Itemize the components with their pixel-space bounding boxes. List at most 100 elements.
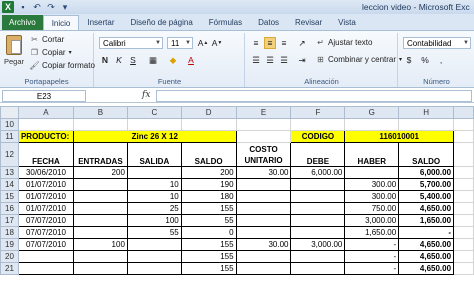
cell-saldo-2[interactable]: 4,650.00 [398,238,455,251]
grow-font-icon[interactable]: A ▲ [197,37,209,49]
row-header[interactable]: 16 [0,202,19,215]
orientation-icon[interactable]: ↗ [296,37,308,49]
worksheet-grid[interactable]: A B C D E F G H 10 11 PRODUCTO: Zinc 26 … [0,106,474,302]
tab-insertar[interactable]: Insertar [79,15,122,30]
fx-icon[interactable]: fx [142,90,150,100]
cell[interactable] [344,118,400,131]
header-saldo-2[interactable]: SALDO [398,142,455,167]
cell-debe[interactable] [290,262,346,275]
cut-button[interactable]: ✂ Cortar [30,35,64,44]
column-header[interactable]: H [398,106,455,119]
cell[interactable] [126,118,182,131]
comma-style-icon[interactable]: , [435,54,447,66]
italic-button[interactable]: K [113,54,125,66]
cell-fecha[interactable]: 07/07/2010 [17,214,74,227]
cell-entradas[interactable] [72,202,128,215]
align-top-icon[interactable]: ≡ [250,37,262,49]
cell-costo[interactable]: 30.00 [235,238,292,251]
header-costo-unitario[interactable]: COSTO UNITARIO [235,142,292,167]
producto-value-cell[interactable]: Zinc 26 X 12 [72,130,237,143]
column-header[interactable]: C [126,106,182,119]
copy-button[interactable]: ❐ Copiar ▾ [30,48,72,57]
save-icon[interactable]: ▪ [18,2,28,12]
cell[interactable] [290,118,346,131]
cell-debe[interactable]: 3,000.00 [290,238,346,251]
row-header[interactable]: 17 [0,214,19,227]
wrap-text-button[interactable]: ↵ Ajustar texto [316,38,372,47]
cell-fecha[interactable]: 07/07/2010 [17,238,74,251]
cell-debe[interactable] [290,202,346,215]
row-header[interactable]: 13 [0,166,19,179]
cell-salida[interactable] [126,238,182,251]
cell-costo[interactable] [235,214,292,227]
cell-entradas[interactable] [72,226,128,239]
cell-saldo[interactable]: 0 [180,226,237,239]
tab-formulas[interactable]: Fórmulas [201,15,250,30]
cell-costo[interactable] [235,262,292,275]
column-header[interactable]: A [17,106,74,119]
undo-icon[interactable]: ↶ [32,2,42,12]
cell-saldo-2[interactable]: 5,700.00 [398,178,455,191]
cell[interactable] [453,238,474,251]
header-debe[interactable]: DEBE [290,142,346,167]
row-header[interactable]: 12 [0,142,19,167]
cell[interactable] [453,250,474,263]
cell-saldo[interactable]: 190 [180,178,237,191]
column-header[interactable]: B [72,106,128,119]
cell-fecha[interactable] [17,262,74,275]
cell-saldo-2[interactable]: 1,650.00 [398,214,455,227]
cell-haber[interactable]: 3,000.00 [344,214,400,227]
borders-icon[interactable]: ▦ [147,54,159,66]
cell[interactable] [235,118,292,131]
cell-debe[interactable] [290,226,346,239]
cell-saldo[interactable]: 200 [180,166,237,179]
cell-salida[interactable]: 10 [126,178,182,191]
row-header[interactable]: 10 [0,118,19,131]
cell-haber[interactable]: 300.00 [344,190,400,203]
cell-saldo[interactable]: 180 [180,190,237,203]
header-haber[interactable]: HABER [344,142,400,167]
cell-salida[interactable]: 10 [126,190,182,203]
cell-haber[interactable]: - [344,262,400,275]
select-all-corner[interactable] [0,106,19,119]
cell-haber[interactable]: 750.00 [344,202,400,215]
paste-button[interactable]: Pegar [4,35,24,69]
formula-input[interactable] [156,90,472,102]
cell-saldo-2[interactable]: 4,650.00 [398,202,455,215]
cell-entradas[interactable] [72,262,128,275]
font-size-select[interactable]: 11 ▼ [167,37,193,49]
cell-saldo[interactable]: 155 [180,262,237,275]
number-format-select[interactable]: Contabilidad ▼ [403,37,471,49]
align-right-icon[interactable]: ☰ [278,54,290,66]
cell-salida[interactable]: 100 [126,214,182,227]
cell-salida[interactable]: 55 [126,226,182,239]
cell-saldo-2[interactable]: - [398,226,455,239]
column-header[interactable]: E [235,106,292,119]
cell-costo[interactable] [235,178,292,191]
cell-salida[interactable] [126,250,182,263]
customize-toolbar-icon[interactable]: ▾ [60,2,70,12]
column-header[interactable]: G [344,106,400,119]
cell-entradas[interactable] [72,250,128,263]
cell[interactable] [453,142,474,167]
cell-haber[interactable]: 300.00 [344,178,400,191]
cell-saldo[interactable]: 155 [180,202,237,215]
indent-icon[interactable]: ⇥ [296,54,308,66]
cell[interactable] [453,190,474,203]
tab-inicio[interactable]: Inicio [42,15,80,30]
cell-salida[interactable]: 25 [126,202,182,215]
row-header[interactable]: 15 [0,190,19,203]
cell-saldo[interactable]: 155 [180,238,237,251]
cell-salida[interactable] [126,166,182,179]
row-header[interactable]: 11 [0,130,19,143]
cell-fecha[interactable]: 07/07/2010 [17,226,74,239]
underline-button[interactable]: S [127,54,139,66]
row-header[interactable]: 18 [0,226,19,239]
merge-center-button[interactable]: ⊞ Combinar y centrar ▾ [316,55,402,64]
cell-saldo-2[interactable]: 4,650.00 [398,250,455,263]
cell[interactable] [17,118,74,131]
cell-entradas[interactable] [72,178,128,191]
redo-icon[interactable]: ↷ [46,2,56,12]
cell-saldo[interactable]: 55 [180,214,237,227]
cell-costo[interactable] [235,190,292,203]
